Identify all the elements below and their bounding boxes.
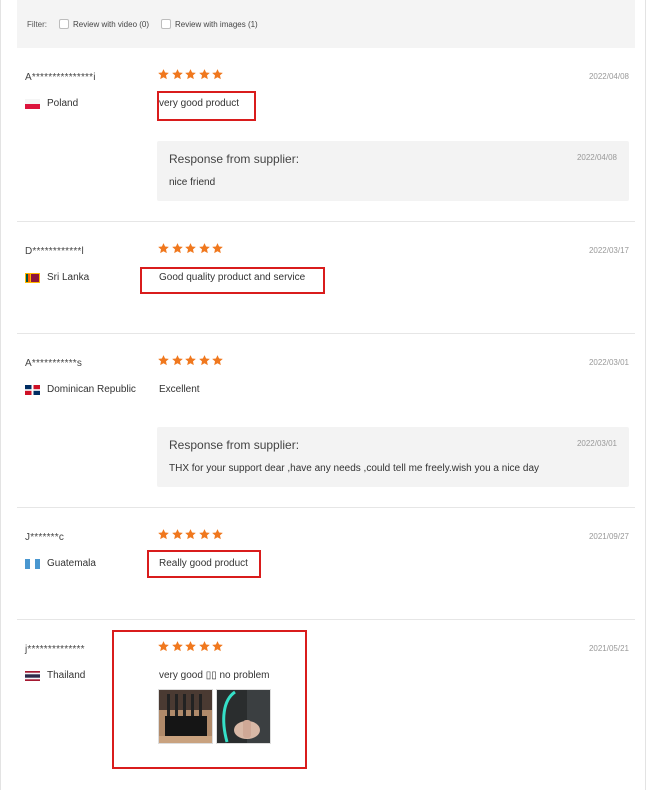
reviewer-country: Thailand bbox=[25, 670, 85, 681]
star-icon bbox=[212, 355, 223, 366]
highlight-box bbox=[157, 91, 256, 121]
filter-bar: Filter: Review with video (0) Review wit… bbox=[17, 0, 635, 48]
review-item: A***************i Poland 2022/04/08 very… bbox=[17, 48, 635, 222]
country-name: Sri Lanka bbox=[47, 272, 90, 283]
poland-flag-icon bbox=[25, 98, 40, 109]
star-icon bbox=[185, 243, 196, 254]
reviewer-name: A***************i bbox=[25, 72, 96, 83]
filter-video-label: Review with video (0) bbox=[73, 19, 150, 29]
star-icon bbox=[158, 243, 169, 254]
country-name: Poland bbox=[47, 98, 79, 109]
reviewer-name: j************** bbox=[25, 644, 85, 655]
dominican-republic-flag-icon bbox=[25, 384, 40, 395]
review-date: 2022/03/01 bbox=[588, 358, 629, 367]
thailand-flag-icon bbox=[25, 670, 40, 681]
review-date: 2021/09/27 bbox=[588, 532, 629, 541]
country-name: Dominican Republic bbox=[47, 384, 136, 395]
reviewer-country: Sri Lanka bbox=[25, 272, 89, 283]
star-icon bbox=[158, 69, 169, 80]
star-icon bbox=[185, 355, 196, 366]
star-icon bbox=[212, 69, 223, 80]
star-rating bbox=[157, 68, 225, 81]
filter-label: Filter: bbox=[27, 19, 47, 29]
highlight-box bbox=[140, 267, 325, 294]
review-item: J*******c Guatemala 2021/09/27 Really go… bbox=[17, 508, 635, 620]
star-icon bbox=[198, 69, 210, 80]
highlight-box bbox=[112, 630, 307, 769]
response-date: 2022/03/01 bbox=[576, 439, 617, 448]
reviewer-name: A***********s bbox=[25, 358, 83, 369]
review-item: A***********s Dominican Republic 2022/03… bbox=[17, 334, 635, 508]
star-icon bbox=[185, 69, 196, 80]
star-icon bbox=[198, 243, 210, 254]
review-date: 2022/03/17 bbox=[588, 246, 629, 255]
filter-video[interactable]: Review with video (0) bbox=[59, 19, 149, 29]
star-icon bbox=[171, 243, 183, 254]
filter-images-label: Review with images (1) bbox=[175, 19, 258, 29]
reviewer-name: D************l bbox=[25, 246, 84, 257]
review-date: 2022/04/08 bbox=[588, 72, 629, 81]
review-item: D************l Sri Lanka 2022/03/17 Good… bbox=[17, 222, 635, 334]
reviewer-country: Poland bbox=[25, 98, 78, 109]
highlight-box bbox=[147, 550, 261, 578]
reviewer-name: J*******c bbox=[25, 532, 65, 543]
star-icon bbox=[212, 243, 223, 254]
star-icon bbox=[198, 355, 210, 366]
reviewer-country: Dominican Republic bbox=[25, 384, 136, 395]
images-checkbox[interactable] bbox=[161, 19, 172, 29]
response-title: Response from supplier: bbox=[169, 152, 300, 166]
star-rating bbox=[157, 528, 225, 541]
supplier-response: Response from supplier: 2022/04/08 nice … bbox=[157, 141, 629, 201]
video-checkbox[interactable] bbox=[59, 19, 69, 29]
sri-lanka-flag-icon bbox=[25, 272, 40, 283]
star-icon bbox=[212, 529, 223, 540]
review-text: Excellent bbox=[159, 384, 200, 395]
filter-images[interactable]: Review with images (1) bbox=[161, 19, 258, 29]
star-icon bbox=[158, 355, 169, 366]
country-name: Guatemala bbox=[47, 558, 96, 569]
review-date: 2021/05/21 bbox=[588, 644, 629, 653]
guatemala-flag-icon bbox=[25, 558, 40, 569]
response-date: 2022/04/08 bbox=[576, 153, 617, 162]
reviews-panel: Filter: Review with video (0) Review wit… bbox=[0, 0, 646, 790]
star-icon bbox=[158, 529, 169, 540]
review-item: j************** Thailand 2021/05/21 very… bbox=[17, 620, 635, 790]
country-name: Thailand bbox=[47, 670, 86, 681]
star-icon bbox=[171, 355, 183, 366]
supplier-response: Response from supplier: 2022/03/01 THX f… bbox=[157, 427, 629, 487]
response-title: Response from supplier: bbox=[169, 438, 300, 452]
response-text: nice friend bbox=[169, 177, 216, 188]
star-icon bbox=[171, 69, 183, 80]
response-text: THX for your support dear ,have any need… bbox=[169, 463, 540, 474]
reviewer-country: Guatemala bbox=[25, 558, 96, 569]
star-rating bbox=[157, 354, 225, 367]
star-icon bbox=[198, 529, 210, 540]
star-icon bbox=[185, 529, 196, 540]
star-icon bbox=[171, 529, 183, 540]
star-rating bbox=[157, 242, 225, 255]
